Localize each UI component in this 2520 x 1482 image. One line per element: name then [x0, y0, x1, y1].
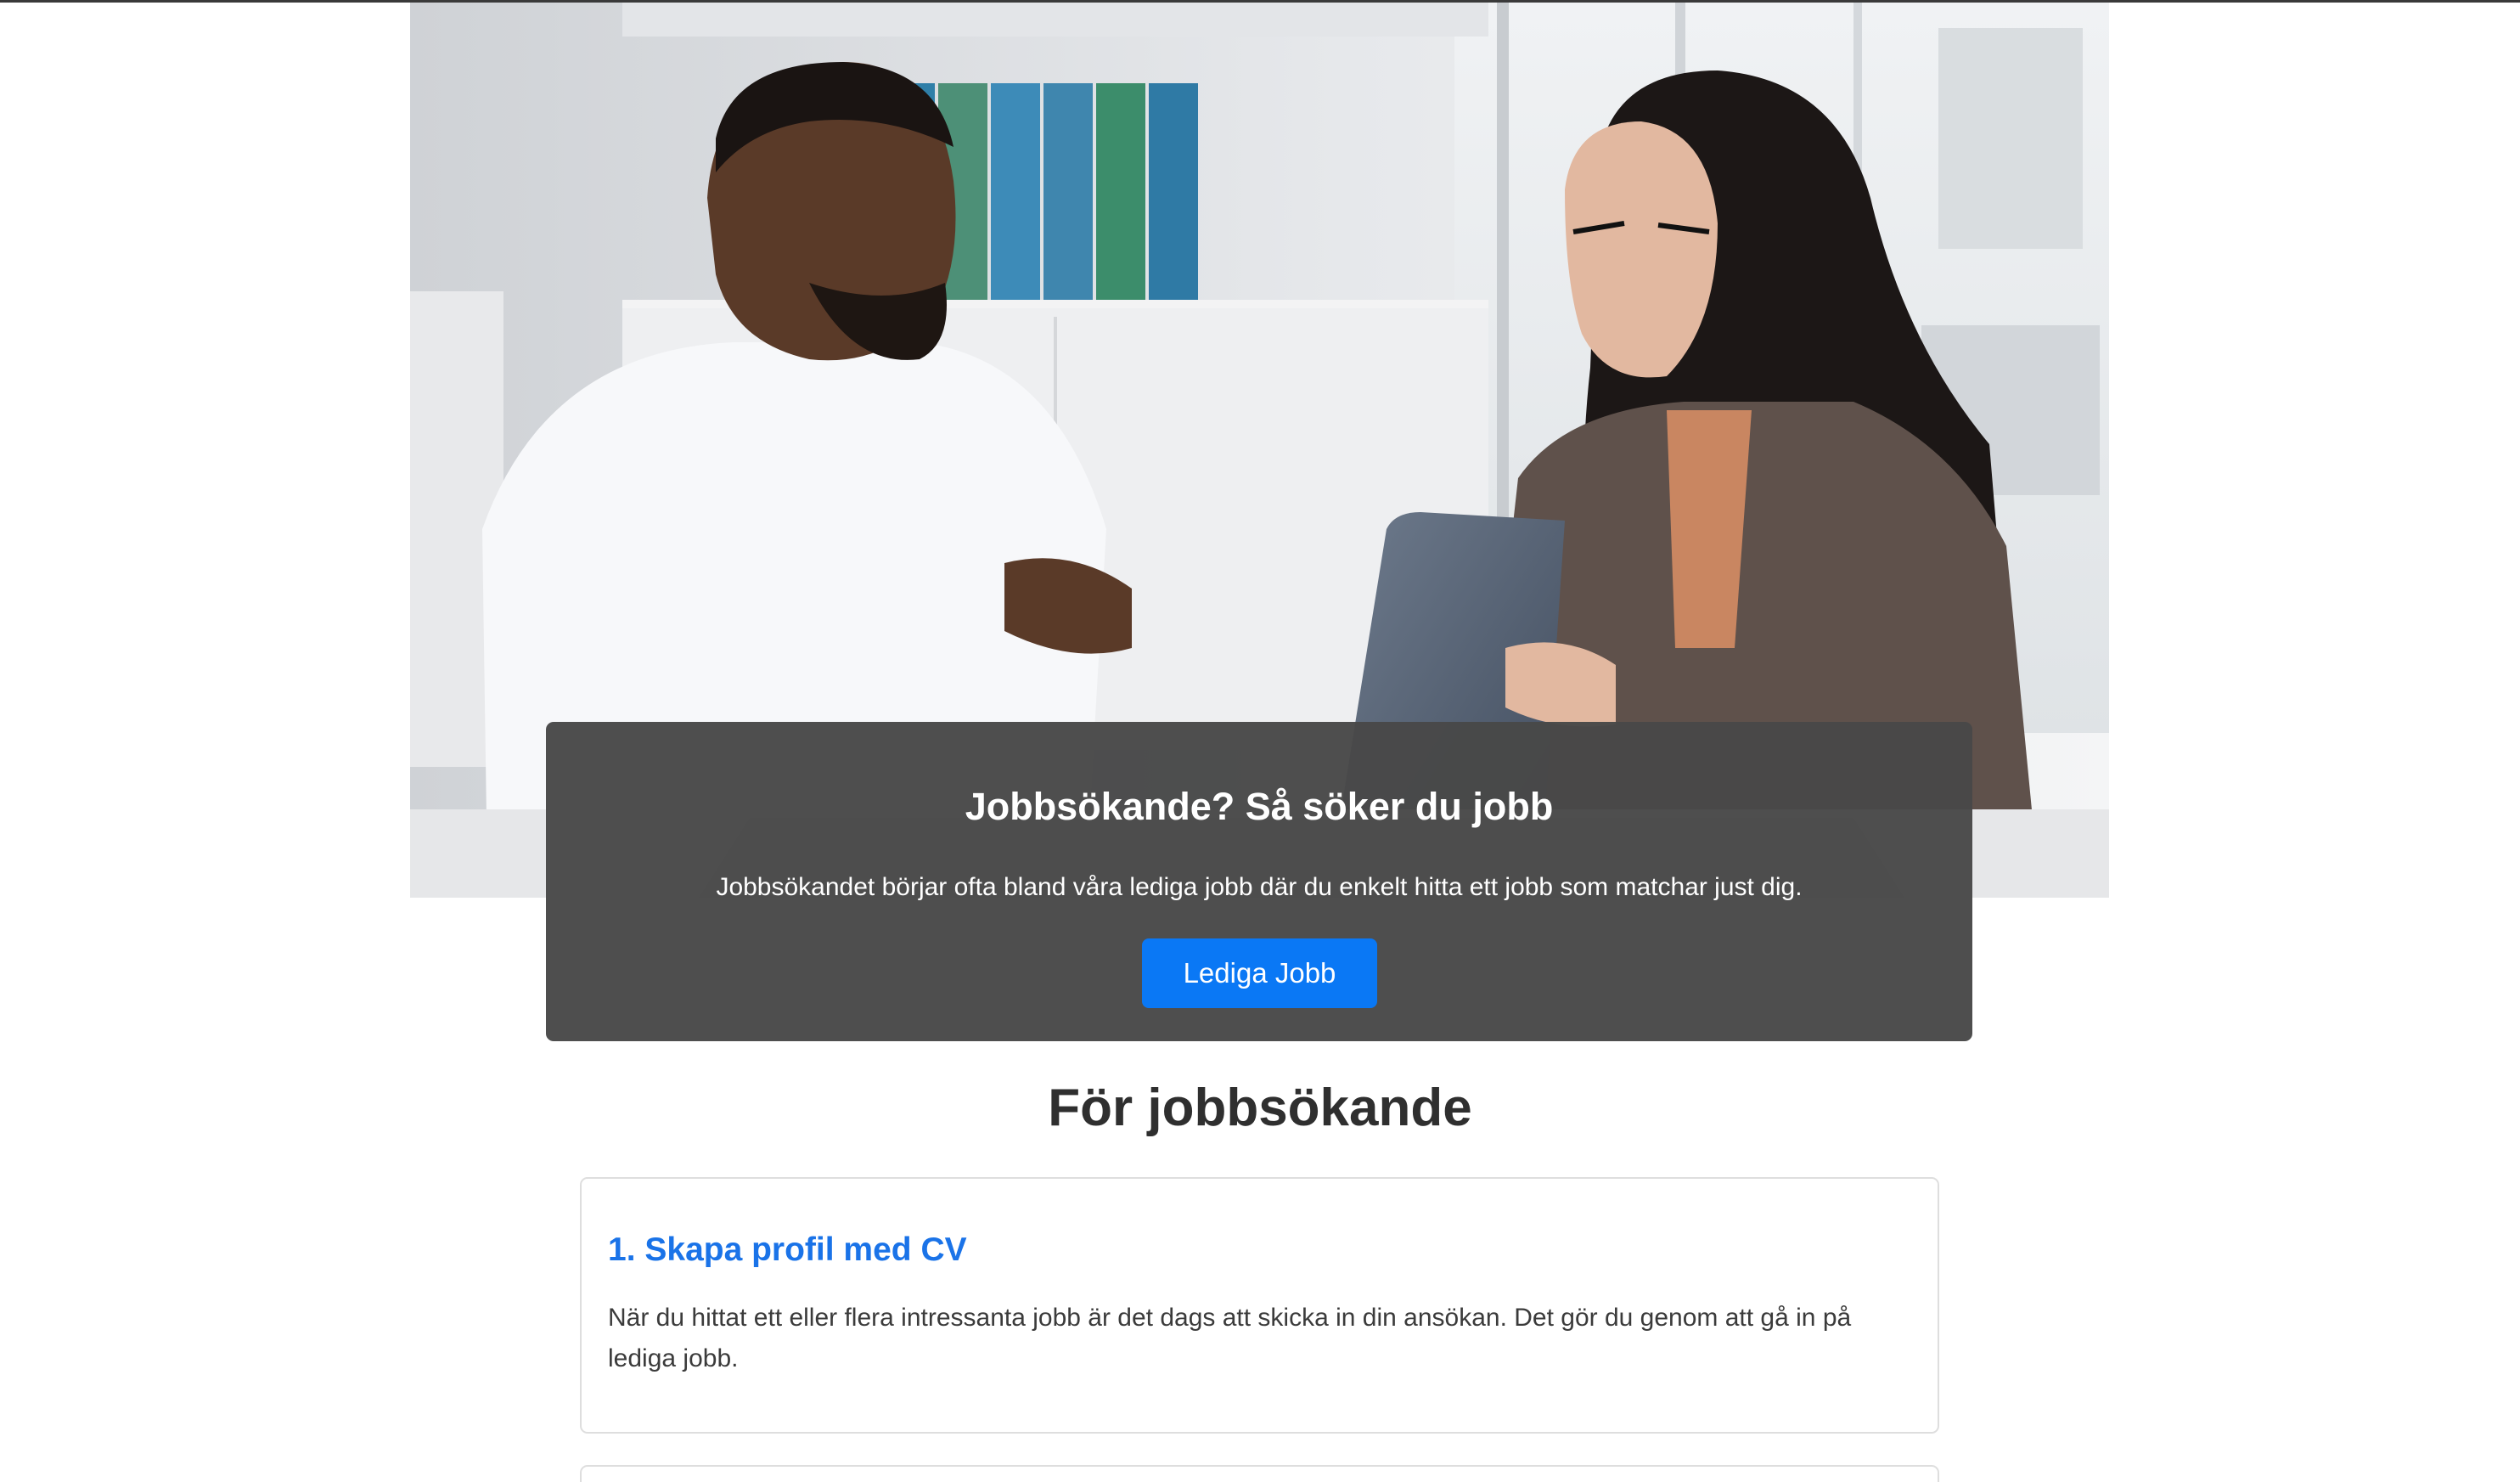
- lediga-jobb-button[interactable]: Lediga Jobb: [1142, 938, 1377, 1008]
- hero-text: Jobbsökandet börjar ofta bland våra ledi…: [716, 873, 1803, 901]
- step-card: 1. Skapa profil med CV När du hittat ett…: [580, 1177, 1939, 1434]
- hero-heading: Jobbsökande? Så söker du jobb: [965, 785, 1554, 828]
- section-title: För jobbsökande: [1048, 1079, 1472, 1137]
- step-card-text: När du hittat ett eller flera intressant…: [608, 1304, 1852, 1372]
- step-card-title: 1. Skapa profil med CV: [608, 1231, 967, 1268]
- next-step-card-edge: [580, 1465, 1939, 1482]
- hero-overlay-panel: Jobbsökande? Så söker du jobb Jobbsökand…: [546, 722, 1972, 1041]
